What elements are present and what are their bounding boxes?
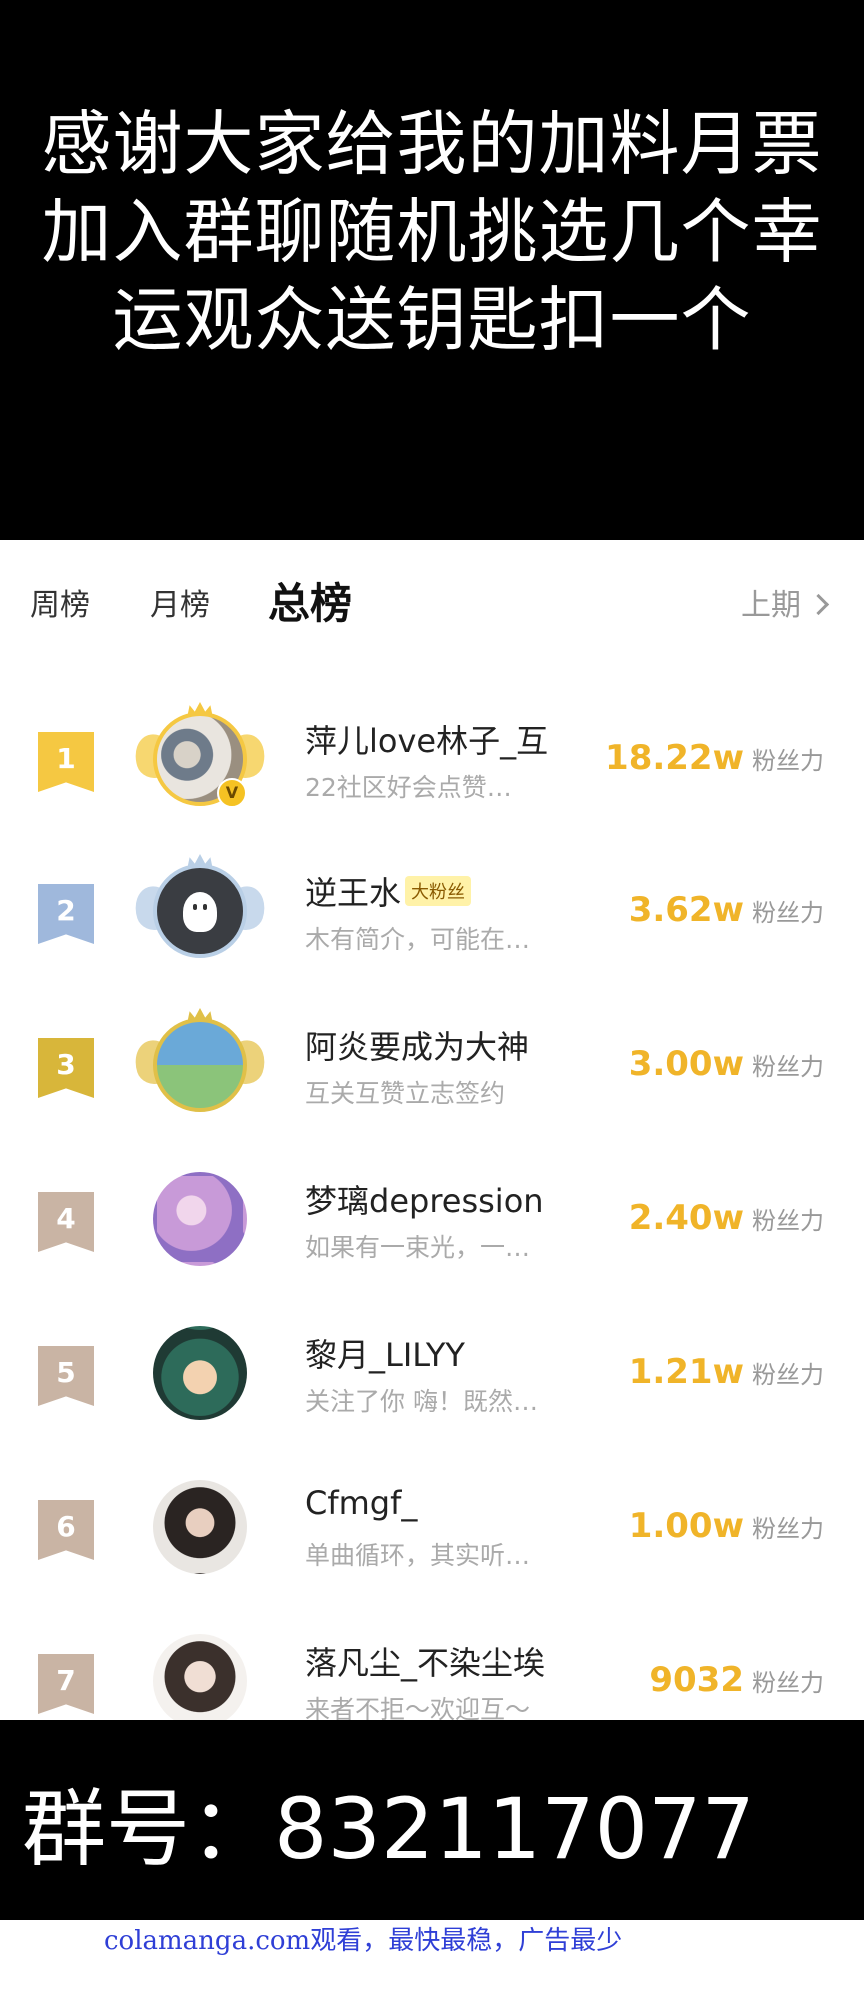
fan-power-unit: 粉丝力 (752, 1053, 824, 1081)
user-name-text: 落凡尘_不染尘埃 (305, 1644, 546, 1682)
ranking-row[interactable]: 5 黎月_LILYY 关注了你 嗨！既然… 1.21w 粉丝力 (0, 1304, 864, 1444)
avatar-frame (135, 1320, 265, 1430)
fan-power-value: 18.22w (605, 738, 744, 778)
user-name-text: 阿炎要成为大神 (305, 1028, 530, 1066)
rank-badge: 6 (38, 1500, 94, 1560)
tab-monthly[interactable]: 月榜 (150, 580, 210, 624)
user-name[interactable]: 阿炎要成为大神 (305, 1022, 529, 1068)
tab-weekly[interactable]: 周榜 (30, 580, 90, 624)
previous-period-label: 上期 (741, 588, 801, 623)
avatar[interactable] (153, 1172, 247, 1266)
avatar-frame: V (129, 702, 271, 816)
ranking-row[interactable]: 3 阿炎要成为大神 互关互赞立志签约 3.00w 粉丝力 (0, 996, 864, 1136)
avatar[interactable] (153, 1326, 247, 1420)
rank-badge: 5 (38, 1346, 94, 1406)
bottom-banner: 群号：832117077 (0, 1720, 864, 1920)
avatar-frame (129, 1008, 271, 1122)
user-name-text: Cfmgf_ (305, 1484, 418, 1522)
ghost-eye (203, 904, 207, 910)
user-bio: 22社区好会点赞… (305, 773, 512, 802)
banner-line-3: 运观众送钥匙扣一个 (112, 279, 752, 361)
user-bio: 单曲循环，其实听… (305, 1541, 531, 1570)
user-name[interactable]: 梦璃depression (305, 1176, 544, 1222)
user-name[interactable]: 萍儿love林子_互 (305, 716, 548, 762)
ghost-icon (183, 892, 217, 932)
rank-badge: 4 (38, 1192, 94, 1252)
fan-power-unit: 粉丝力 (752, 1669, 824, 1697)
fan-power-unit: 粉丝力 (752, 747, 824, 775)
fan-power-value: 9032 (649, 1660, 744, 1700)
fan-power-value: 1.21w (628, 1352, 744, 1392)
fan-power: 1.21w 粉丝力 (629, 1352, 824, 1392)
watermark-text: colamanga.com观看，最快最稳，广告最少 (104, 1926, 623, 1956)
avatar-frame (135, 1166, 265, 1276)
previous-period-link[interactable]: 上期 (741, 580, 830, 624)
ranking-row[interactable]: 6 Cfmgf_ 单曲循环，其实听… 1.00w 粉丝力 (0, 1458, 864, 1598)
user-bio: 互关互赞立志签约 (305, 1079, 506, 1108)
user-name-text: 梦璃depression (305, 1182, 544, 1220)
fan-power-unit: 粉丝力 (752, 1207, 824, 1235)
avatar[interactable] (153, 1018, 247, 1112)
avatar[interactable] (153, 1480, 247, 1574)
fan-power: 3.00w 粉丝力 (629, 1044, 824, 1084)
fan-power-value: 1.00w (628, 1506, 744, 1546)
user-name-text: 黎月_LILYY (305, 1336, 465, 1374)
user-bio: 如果有一束光，一… (305, 1233, 531, 1262)
avatar[interactable] (153, 864, 247, 958)
ranking-panel: 周榜 月榜 总榜 上期 1 V 萍儿love林子_互 22社区好会点赞… 18.… (0, 540, 864, 1728)
fan-power: 2.40w 粉丝力 (629, 1198, 824, 1238)
user-bio: 木有简介，可能在… (305, 925, 531, 954)
big-fan-badge: 大粉丝 (405, 876, 472, 906)
rank-badge: 2 (38, 884, 94, 944)
fan-power-unit: 粉丝力 (752, 1515, 824, 1543)
fan-power-unit: 粉丝力 (752, 1361, 824, 1389)
banner-line-1: 感谢大家给我的加料月票 (41, 103, 823, 185)
fan-power-value: 3.00w (628, 1044, 744, 1084)
rank-badge: 1 (38, 732, 94, 792)
fan-power-unit: 粉丝力 (752, 899, 824, 927)
footer: colamanga.com观看，最快最稳，广告最少 (0, 1920, 864, 1999)
rank-badge: 3 (38, 1038, 94, 1098)
avatar-frame (135, 1474, 265, 1584)
fan-power: 3.62w 粉丝力 (629, 890, 824, 930)
user-name-text: 逆王水 (305, 874, 402, 912)
user-name[interactable]: 黎月_LILYY (305, 1330, 465, 1376)
top-banner: 感谢大家给我的加料月票 加入群聊随机挑选几个幸 运观众送钥匙扣一个 (0, 0, 864, 540)
fan-power: 1.00w 粉丝力 (629, 1506, 824, 1546)
user-name[interactable]: Cfmgf_ (305, 1484, 417, 1522)
user-name-text: 萍儿love林子_互 (305, 722, 549, 760)
fan-power: 18.22w 粉丝力 (605, 738, 824, 778)
ranking-tabs: 周榜 月榜 总榜 上期 (0, 540, 864, 660)
user-name[interactable]: 逆王水 大粉丝 (305, 868, 472, 914)
avatar[interactable] (153, 1634, 247, 1728)
ranking-row[interactable]: 1 V 萍儿love林子_互 22社区好会点赞… 18.22w 粉丝力 (0, 690, 864, 830)
avatar-frame (129, 854, 271, 968)
ghost-eye (193, 904, 197, 910)
tab-total[interactable]: 总榜 (268, 570, 352, 631)
vip-badge-icon: V (217, 778, 247, 808)
group-number: 群号：832117077 (22, 1780, 755, 1878)
ranking-row[interactable]: 2 逆王水 大粉丝 木有简介，可能在… 3.62w 粉丝力 (0, 842, 864, 982)
rank-badge: 7 (38, 1654, 94, 1714)
chevron-right-icon (807, 593, 830, 616)
banner-line-2: 加入群聊随机挑选几个幸 (41, 191, 823, 273)
fan-power: 9032 粉丝力 (649, 1660, 824, 1700)
user-name[interactable]: 落凡尘_不染尘埃 (305, 1638, 545, 1684)
user-bio: 关注了你 嗨！既然… (305, 1387, 538, 1416)
fan-power-value: 2.40w (628, 1198, 744, 1238)
banner-message: 感谢大家给我的加料月票 加入群聊随机挑选几个幸 运观众送钥匙扣一个 (0, 100, 864, 364)
fan-power-value: 3.62w (628, 890, 744, 930)
ranking-row[interactable]: 4 梦璃depression 如果有一束光，一… 2.40w 粉丝力 (0, 1150, 864, 1290)
